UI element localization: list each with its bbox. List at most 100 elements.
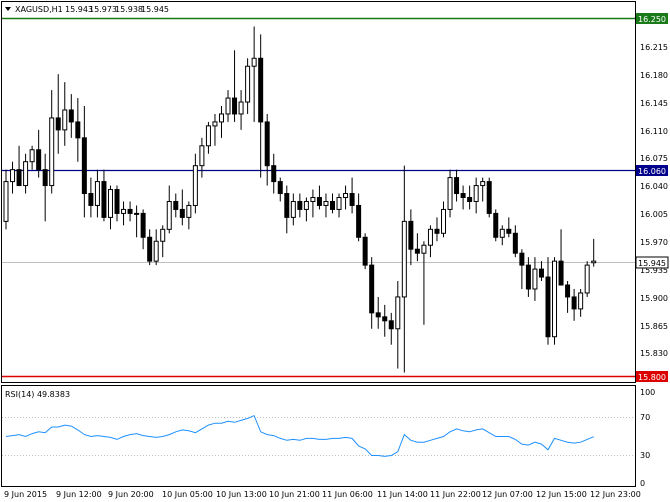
candle-body [349,193,355,206]
candle-body [238,101,244,115]
rsi-axis-label: 100 [640,388,655,397]
candle-body [251,57,257,67]
candle-body [297,200,303,210]
price-tick-label: 16.110 [640,127,668,136]
candle-body [434,228,440,234]
current-price-label: 15.945 [638,259,666,268]
ohlc-low: 15.938 [115,5,143,14]
candle-body [205,125,211,147]
candle-body [421,244,427,254]
candle-body [186,204,192,218]
candle-body [225,97,231,115]
price-tick-label: 16.040 [640,182,668,191]
candle-body [499,228,505,238]
candle-body [88,193,94,206]
price-tick-label: 16.005 [640,210,668,219]
candle-body [571,296,577,310]
candle-body [441,208,447,234]
time-tick-label: 11 Jun 14:00 [377,490,428,499]
candle-body [114,189,120,214]
price-tick-label: 15.970 [640,238,668,247]
candle-body [121,208,127,214]
candle-body [271,165,277,183]
price-axis: 16.215 16.180 16.145 16.110 16.075 16.04… [640,43,668,358]
candle-body [447,177,453,210]
candle-body [356,204,362,238]
candle-body [140,212,146,238]
candle-body [362,236,368,266]
rsi-axis-label: 0 [640,479,645,488]
candle-body [94,181,100,206]
candle-body [467,197,473,202]
time-axis: 9 Jun 2015 9 Jun 12:00 9 Jun 20:00 10 Ju… [4,490,641,499]
candle-body [375,312,381,318]
candle-body [369,264,375,314]
candle-body [62,109,68,131]
chart-window[interactable]: XAGUSD,H1 15.943 15.973 15.938 15.945 16… [0,0,670,502]
candle-body [525,264,531,290]
time-tick-label: 10 Jun 05:00 [162,490,213,499]
rsi-axis-label: 70 [640,413,650,422]
candle-body [75,121,81,139]
ohlc-high: 15.973 [89,5,117,14]
ohlc-close: 15.945 [141,5,169,14]
candle-body [538,268,544,278]
candle-body [323,200,329,206]
candle-body [506,228,512,234]
candle-body [303,200,309,210]
candle-body [395,296,401,330]
candle-body [578,292,584,310]
time-tick-label: 11 Jun 22:00 [430,490,481,499]
candle-body [166,200,172,230]
candle-body [343,193,349,198]
candle-body [199,145,205,167]
candle-body [584,264,590,294]
symbol-label: XAGUSD,H1 [15,5,63,14]
time-tick-label: 11 Jun 06:00 [322,490,373,499]
time-tick-label: 12 Jun 15:00 [536,490,587,499]
candle-body [68,109,74,123]
candle-body [101,181,107,218]
candle-body [382,316,388,322]
candle-body [454,177,460,195]
rsi-axis-label: 30 [640,451,650,460]
level-label-green: 16.250 [638,15,666,24]
candle-body [258,57,264,123]
time-tick-label: 9 Jun 20:00 [108,490,154,499]
candle-body [480,181,486,187]
candle-body [3,181,9,222]
candle-body [36,149,42,171]
candle-body [427,228,433,246]
candle-body [460,193,466,198]
candle-body [532,268,538,290]
rsi-title: RSI(14) 49.8383 [5,390,70,399]
candle-body [127,208,133,214]
candle-body [408,220,414,250]
level-label-red: 15.800 [638,373,666,382]
candle-body [55,117,61,131]
candle-body [23,161,29,187]
candle-body [192,165,198,206]
candle-body [316,197,322,206]
candle-body [591,260,597,264]
level-label-blue: 16.060 [638,167,666,176]
candle-body [336,197,342,210]
candle-body [565,284,571,298]
time-tick-label: 9 Jun 2015 [4,490,47,499]
candle-body [49,117,55,187]
candle-body [29,149,35,163]
candle-body [232,97,238,115]
time-tick-label: 9 Jun 12:00 [56,490,102,499]
candle-body [486,181,492,214]
candle-body [290,200,296,218]
price-tick-label: 16.145 [640,99,668,108]
candle-body [512,232,518,254]
time-tick-label: 10 Jun 13:00 [216,490,267,499]
price-tick-label: 15.900 [640,294,668,303]
time-tick-label: 10 Jun 21:00 [269,490,320,499]
candle-body [218,113,224,123]
candle-body [310,197,316,202]
price-tick-label: 16.215 [640,43,668,52]
candle-body [160,228,166,242]
candle-body [173,200,179,210]
